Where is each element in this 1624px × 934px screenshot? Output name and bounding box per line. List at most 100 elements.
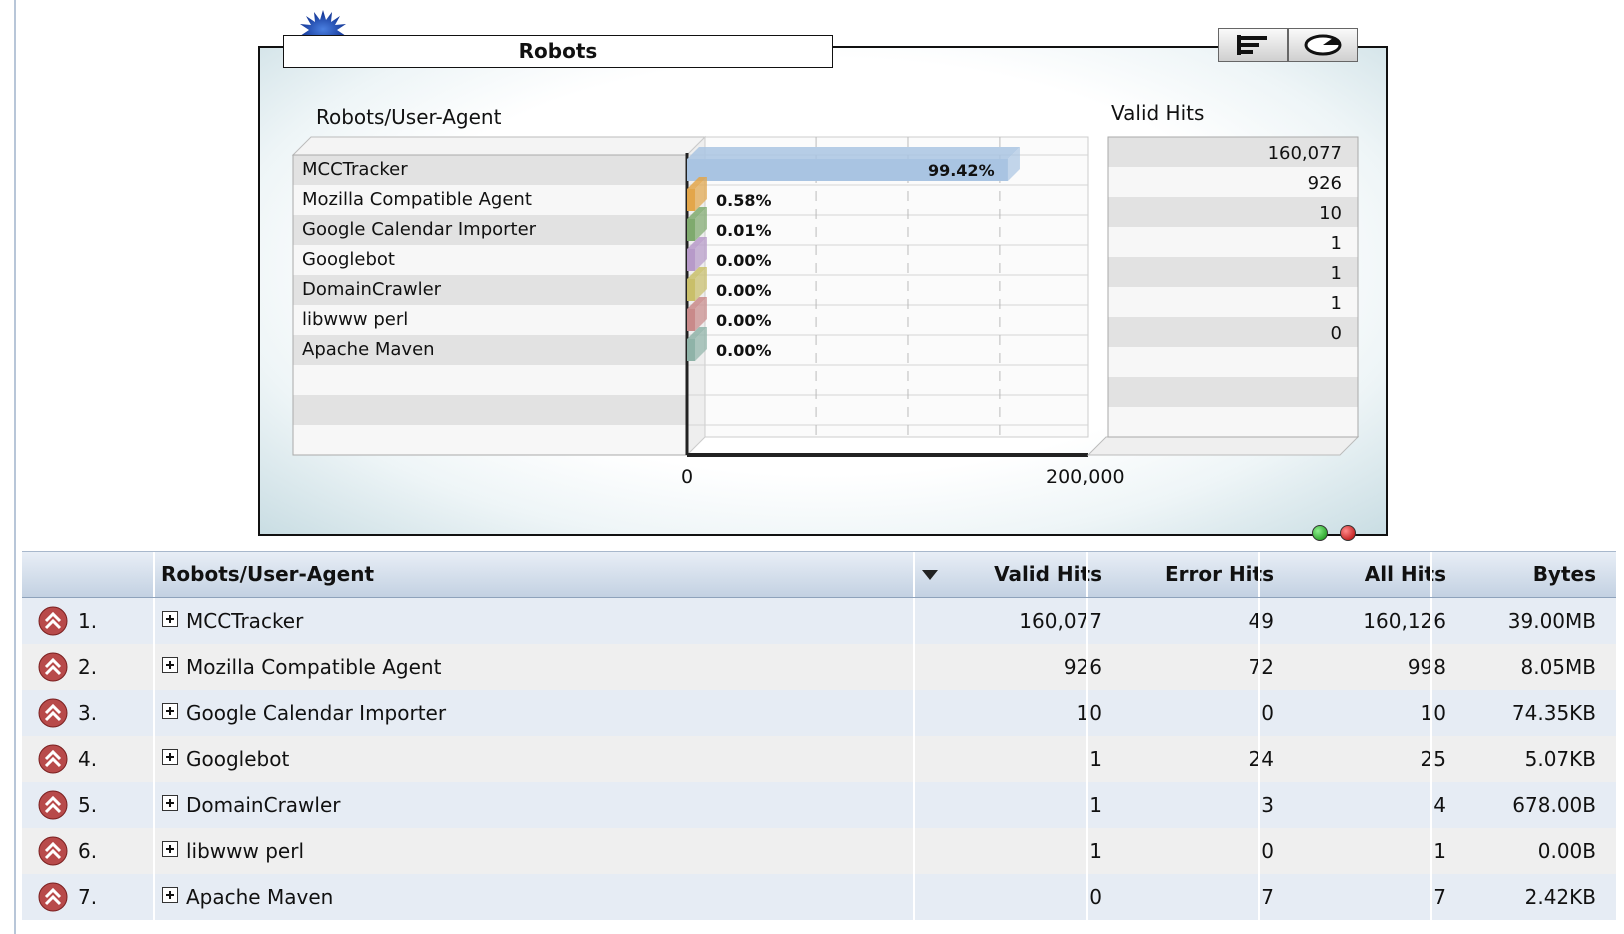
error-hits-value: 24 — [1248, 747, 1274, 771]
expand-plus-icon[interactable] — [162, 887, 178, 903]
error-hits-value: 49 — [1248, 609, 1274, 633]
valid-hits-value: 926 — [1063, 655, 1102, 679]
bar-percent-label: 0.01% — [716, 221, 772, 240]
expand-plus-icon[interactable] — [162, 749, 178, 765]
valid-hits-value: 0 — [1089, 885, 1102, 909]
bytes-value: 8.05MB — [1520, 655, 1596, 679]
table-row[interactable]: 3. Google Calendar Importer 10 0 10 74.3… — [22, 690, 1616, 736]
green-status-icon — [1312, 525, 1328, 541]
expand-plus-icon[interactable] — [162, 795, 178, 811]
x-tick-label: 200,000 — [1046, 466, 1125, 488]
agent-name[interactable]: Apache Maven — [186, 874, 333, 920]
bar — [687, 189, 695, 211]
chart-value-label: 10 — [1319, 203, 1342, 224]
chart-value-label: 1 — [1330, 233, 1342, 254]
bar-percent-label: 99.42% — [927, 161, 995, 180]
bar — [687, 309, 695, 331]
category-row-bg — [293, 425, 687, 455]
bytes-value: 0.00B — [1537, 839, 1596, 863]
bar-percent-label: 0.00% — [716, 311, 772, 330]
column-header-error-hits[interactable]: Error Hits — [1092, 552, 1274, 597]
chart-category-label: libwww perl — [302, 309, 409, 330]
chart-value-label: 1 — [1330, 293, 1342, 314]
drill-up-icon[interactable] — [38, 790, 68, 820]
chart-category-label: Apache Maven — [302, 339, 435, 360]
table-row[interactable]: 6. libwww perl 1 0 1 0.00B — [22, 828, 1616, 874]
bar — [687, 249, 695, 271]
chart-value-label: 1 — [1330, 263, 1342, 284]
table-body: 1. MCCTracker 160,077 49 160,126 39.00MB — [22, 598, 1616, 920]
robots-bar-chart — [291, 135, 1360, 457]
bar — [687, 279, 695, 301]
bytes-value: 5.07KB — [1524, 747, 1596, 771]
agent-name[interactable]: libwww perl — [186, 828, 304, 874]
agent-name[interactable]: Googlebot — [186, 736, 289, 782]
drill-up-icon[interactable] — [38, 606, 68, 636]
table-header: Robots/User-Agent Valid Hits Error Hits … — [22, 551, 1616, 598]
bar-percent-label: 0.00% — [716, 341, 772, 360]
valid-hits-value: 1 — [1089, 839, 1102, 863]
bar-top-face — [687, 147, 1020, 159]
valid-hits-value: 1 — [1089, 793, 1102, 817]
expand-plus-icon[interactable] — [162, 657, 178, 673]
bytes-value: 39.00MB — [1507, 609, 1596, 633]
bytes-value: 2.42KB — [1524, 885, 1596, 909]
bar — [687, 219, 695, 241]
agent-name[interactable]: MCCTracker — [186, 598, 303, 644]
category-row-bg — [293, 365, 687, 395]
drill-up-icon[interactable] — [38, 836, 68, 866]
table-row[interactable]: 5. DomainCrawler 1 3 4 678.00B — [22, 782, 1616, 828]
bar-percent-label: 0.58% — [716, 191, 772, 210]
rank-number: 4. — [78, 747, 98, 771]
rank-number: 6. — [78, 839, 98, 863]
bytes-value: 74.35KB — [1511, 701, 1596, 725]
column-header-bytes[interactable]: Bytes — [1434, 552, 1596, 597]
rank-number: 7. — [78, 885, 98, 909]
chart-category-label: DomainCrawler — [302, 279, 442, 300]
bar-percent-label: 0.00% — [716, 251, 772, 270]
column-header-all-hits[interactable]: All Hits — [1262, 552, 1446, 597]
rank-number: 2. — [78, 655, 98, 679]
value-box-floor — [1086, 436, 1360, 456]
all-hits-value: 4 — [1433, 793, 1446, 817]
chart-category-label: MCCTracker — [302, 159, 408, 180]
chart-category-label: Google Calendar Importer — [302, 219, 537, 240]
agent-name[interactable]: DomainCrawler — [186, 782, 341, 828]
valid-hits-value: 1 — [1089, 747, 1102, 771]
expand-plus-icon[interactable] — [162, 841, 178, 857]
all-hits-value: 25 — [1420, 747, 1446, 771]
rank-number: 3. — [78, 701, 98, 725]
bar — [687, 339, 695, 361]
table-row[interactable]: 7. Apache Maven 0 7 7 2.42KB — [22, 874, 1616, 920]
column-header-agent[interactable]: Robots/User-Agent — [161, 552, 374, 597]
category-box-top — [291, 136, 707, 156]
table-row[interactable]: 4. Googlebot 1 24 25 5.07KB — [22, 736, 1616, 782]
table-row[interactable]: 2. Mozilla Compatible Agent 926 72 998 8… — [22, 644, 1616, 690]
agent-name[interactable]: Google Calendar Importer — [186, 690, 446, 736]
drill-up-icon[interactable] — [38, 882, 68, 912]
bar-percent-label: 0.00% — [716, 281, 772, 300]
chart-value-label: 926 — [1307, 173, 1342, 194]
bytes-value: 678.00B — [1512, 793, 1596, 817]
rank-number: 5. — [78, 793, 98, 817]
table-row[interactable]: 1. MCCTracker 160,077 49 160,126 39.00MB — [22, 598, 1616, 644]
all-hits-value: 160,126 — [1363, 609, 1446, 633]
error-hits-value: 7 — [1261, 885, 1274, 909]
drill-up-icon[interactable] — [38, 698, 68, 728]
x-tick-label: 0 — [681, 466, 694, 488]
drill-up-icon[interactable] — [38, 652, 68, 682]
error-hits-value: 3 — [1261, 793, 1274, 817]
expand-plus-icon[interactable] — [162, 611, 178, 627]
error-hits-value: 0 — [1261, 839, 1274, 863]
valid-hits-value: 160,077 — [1019, 609, 1102, 633]
all-hits-value: 1 — [1433, 839, 1446, 863]
robots-table: Robots/User-Agent Valid Hits Error Hits … — [22, 551, 1616, 920]
agent-name[interactable]: Mozilla Compatible Agent — [186, 644, 441, 690]
chart-value-label: 160,077 — [1267, 143, 1342, 164]
column-header-valid-hits[interactable]: Valid Hits — [922, 552, 1102, 597]
category-row-bg — [293, 395, 687, 425]
drill-up-icon[interactable] — [38, 744, 68, 774]
error-hits-value: 72 — [1248, 655, 1274, 679]
value-row-bg — [1108, 407, 1358, 437]
expand-plus-icon[interactable] — [162, 703, 178, 719]
